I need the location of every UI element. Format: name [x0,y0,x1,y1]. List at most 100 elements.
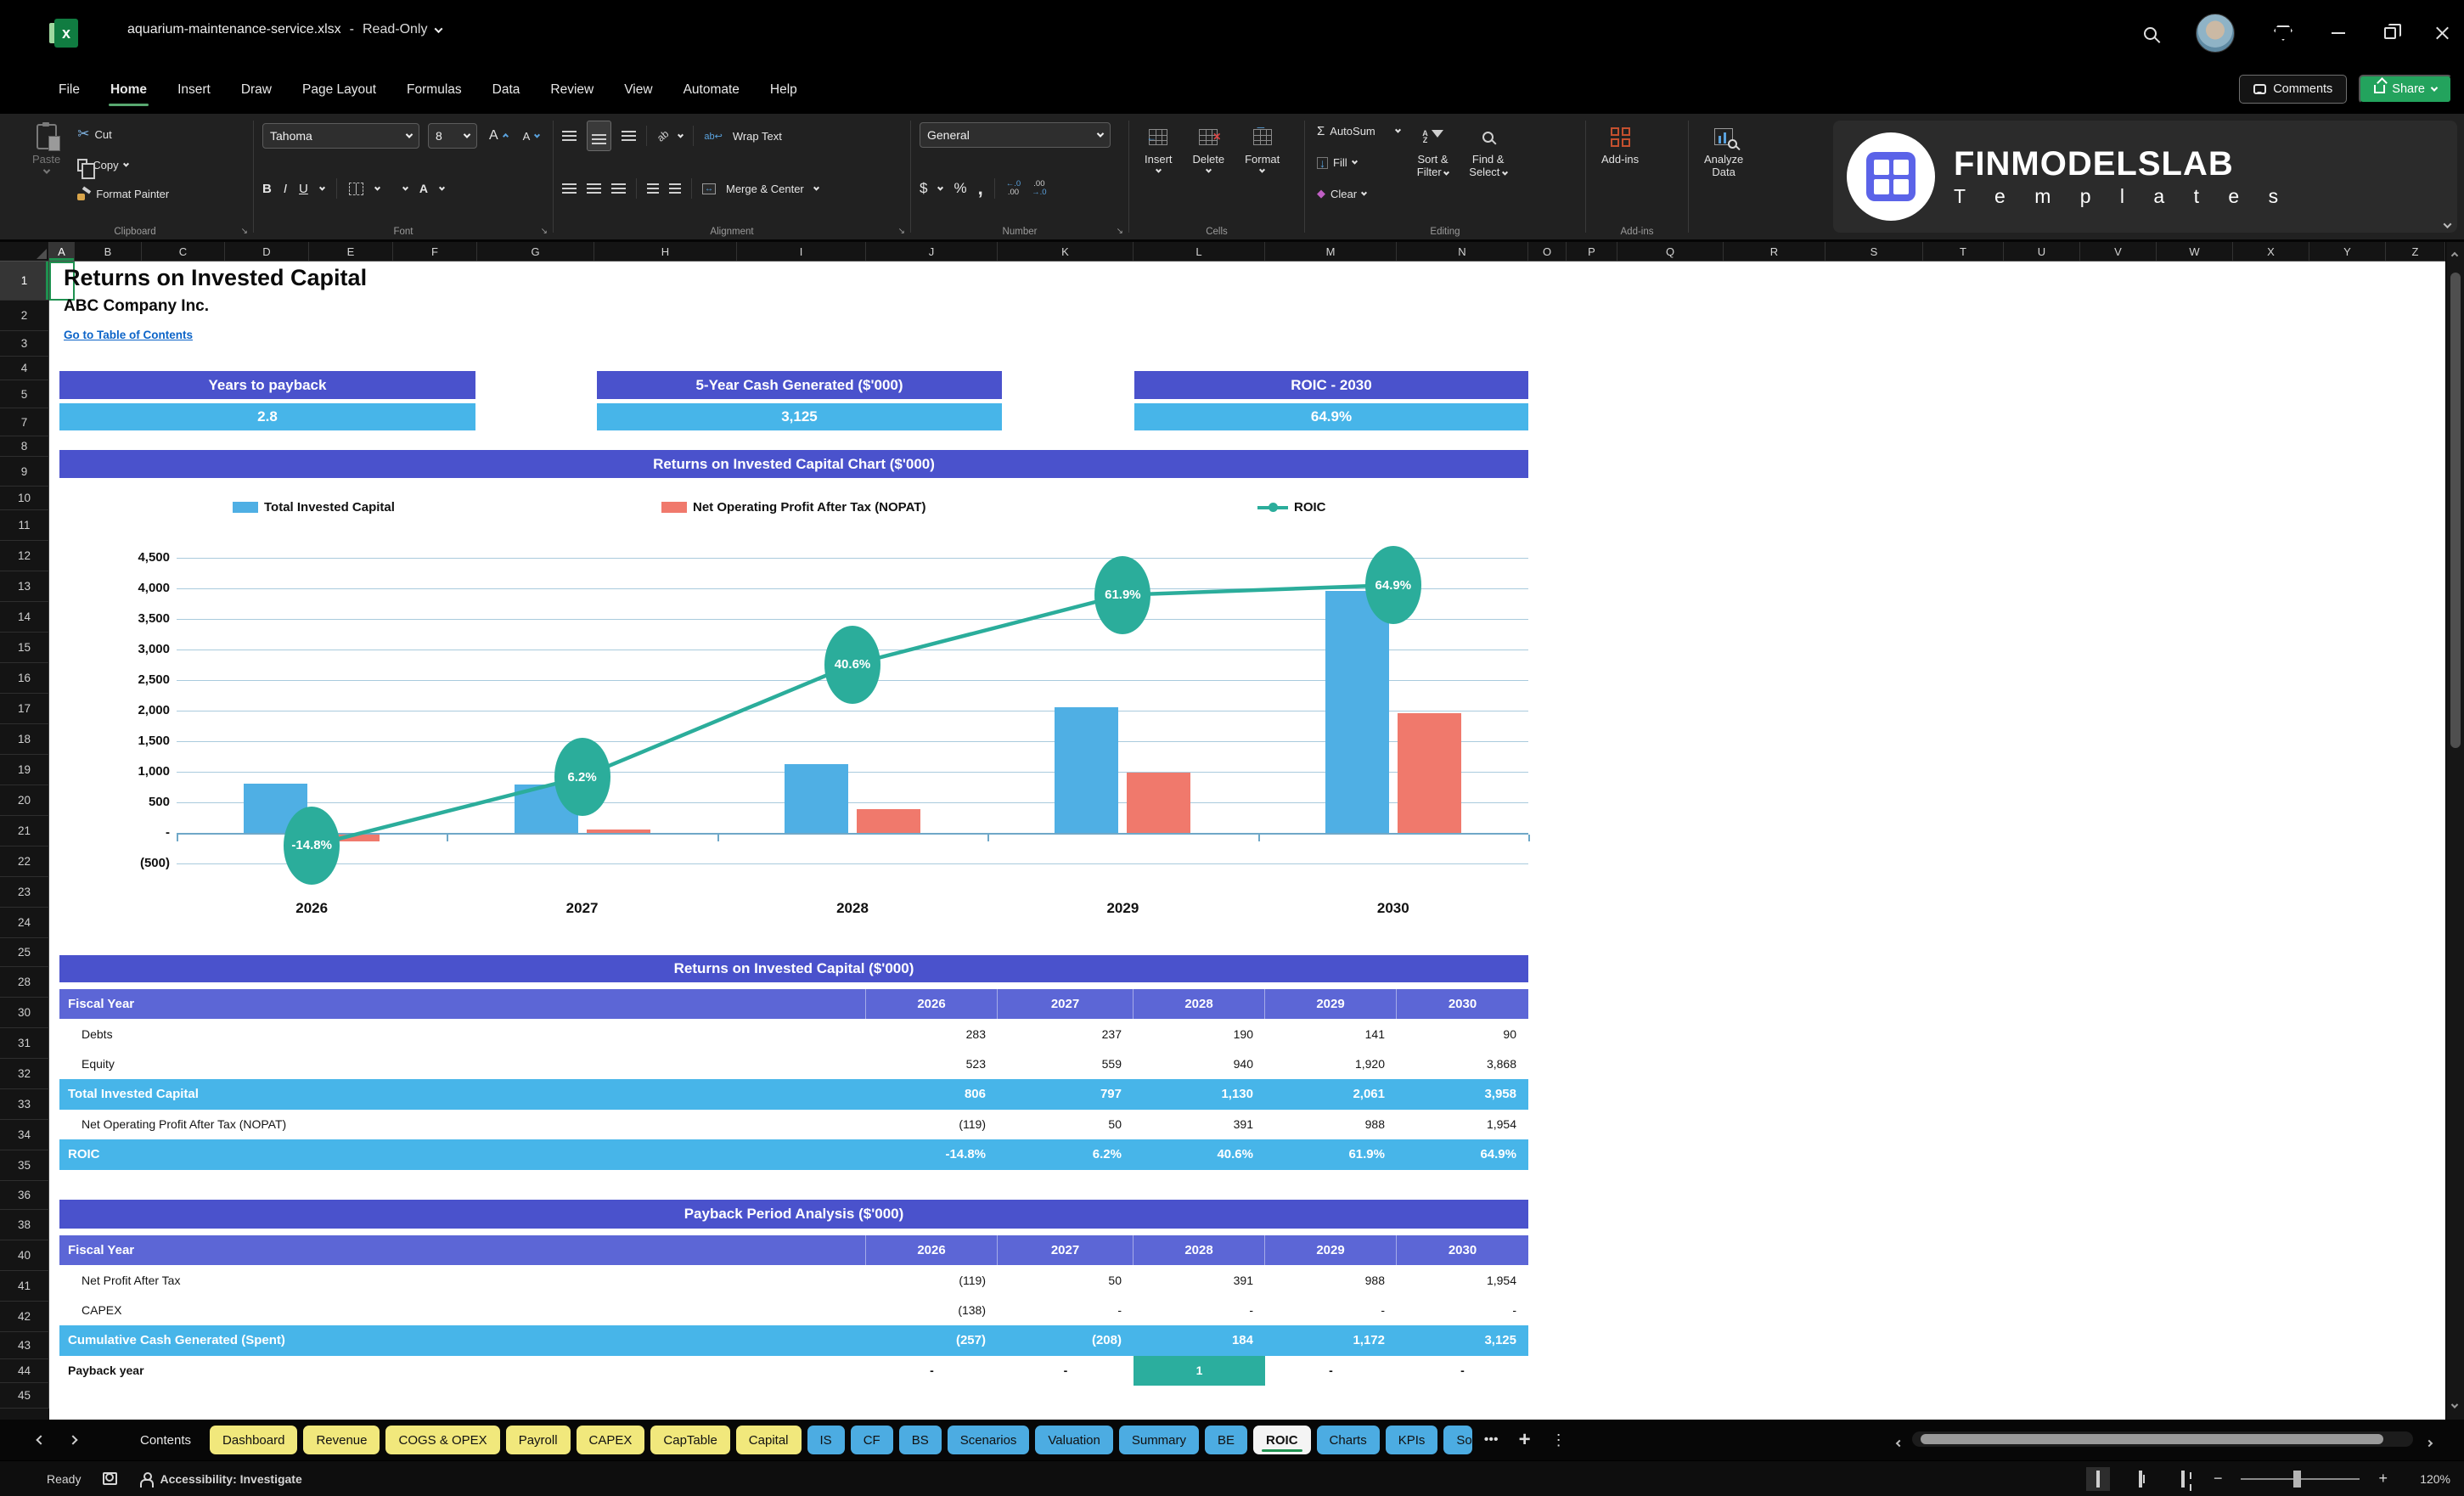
font-color-button[interactable]: A [419,183,428,194]
currency-dropdown-icon[interactable] [937,184,944,191]
sort-filter-button[interactable]: AZ Sort & Filter [1410,121,1456,182]
menu-tab-review[interactable]: Review [538,76,605,104]
payback-table-row-label-2[interactable]: Cumulative Cash Generated (Spent) [59,1325,866,1356]
zoom-in-button[interactable]: + [2378,1470,2388,1488]
roic-table-cell-3-4[interactable]: 1,954 [1397,1110,1528,1140]
zoom-slider[interactable] [2241,1470,2360,1488]
horizontal-scrollbar-thumb[interactable] [1921,1434,2383,1444]
payback-table-cell-0-2[interactable]: 391 [1134,1265,1265,1296]
font-name-select[interactable]: Tahoma [262,123,419,149]
menu-tab-page-layout[interactable]: Page Layout [290,76,388,104]
column-header-X[interactable]: X [2233,242,2309,261]
column-header-P[interactable]: P [1567,242,1617,261]
row-header-9[interactable]: 9 [0,457,49,486]
wrap-text-button[interactable]: Wrap Text [733,130,782,143]
menu-tab-help[interactable]: Help [758,76,809,104]
payback-table-row-label-0[interactable]: Net Profit After Tax [59,1265,866,1296]
row-header-30[interactable]: 30 [0,998,49,1028]
payback-table-header-label[interactable]: Fiscal Year [59,1235,866,1265]
column-header-S[interactable]: S [1825,242,1923,261]
roic-table-cell-1-1[interactable]: 559 [998,1049,1134,1080]
column-header-J[interactable]: J [866,242,998,261]
roic-table-cell-0-2[interactable]: 190 [1134,1019,1265,1049]
title-dropdown-icon[interactable] [435,24,443,33]
percent-button[interactable]: % [954,180,966,197]
row-header-42[interactable]: 42 [0,1302,49,1332]
row-header-33[interactable]: 33 [0,1089,49,1120]
row-header-14[interactable]: 14 [0,602,49,633]
paste-button[interactable]: Paste [25,121,67,177]
sheet-tab-scenarios[interactable]: Scenarios [947,1426,1030,1454]
menu-tab-file[interactable]: File [47,76,92,104]
font-dialog-launcher[interactable]: ↘ [541,227,548,236]
column-header-D[interactable]: D [225,242,309,261]
more-sheets-button[interactable]: ••• [1484,1432,1499,1448]
column-header-C[interactable]: C [142,242,225,261]
underline-button[interactable]: U [299,182,308,196]
column-header-W[interactable]: W [2157,242,2233,261]
menu-tab-data[interactable]: Data [481,76,532,104]
vertical-scrollbar-thumb[interactable] [2450,273,2461,748]
sheet-tab-captable[interactable]: CapTable [650,1426,730,1454]
zoom-out-button[interactable]: − [2214,1470,2223,1488]
merge-dropdown-icon[interactable] [813,184,819,191]
font-color-dropdown-icon[interactable] [438,184,446,191]
orientation-dropdown-icon[interactable] [678,132,684,138]
column-header-E[interactable]: E [309,242,393,261]
zoom-slider-thumb[interactable] [2293,1470,2302,1488]
row-header-18[interactable]: 18 [0,724,49,755]
sheet-options-button[interactable]: ⋮ [1551,1431,1567,1449]
column-header-V[interactable]: V [2080,242,2157,261]
row-header-7[interactable]: 7 [0,408,49,436]
menu-tab-automate[interactable]: Automate [672,76,751,104]
sheet-tab-is[interactable]: IS [807,1426,845,1454]
search-icon[interactable] [2144,26,2157,40]
payback-table-cell-2-3[interactable]: 1,172 [1265,1325,1397,1356]
roic-table-row-label-2[interactable]: Total Invested Capital [59,1079,866,1110]
borders-button[interactable] [348,182,363,195]
sheet-tab-payroll[interactable]: Payroll [505,1426,571,1454]
payback-table-row-label-3[interactable]: Payback year [59,1356,866,1386]
sheet-tab-capex[interactable]: CAPEX [576,1426,645,1454]
add-sheet-button[interactable]: + [1519,1428,1531,1452]
column-header-Z[interactable]: Z [2386,242,2445,261]
payback-table-cell-3-3[interactable]: - [1265,1356,1397,1386]
row-header-35[interactable]: 35 [0,1150,49,1181]
roic-table-cell-1-3[interactable]: 1,920 [1265,1049,1397,1080]
align-left-button[interactable] [562,183,577,185]
payback-table-cell-3-4[interactable]: - [1397,1356,1528,1386]
sheet-tab-bs[interactable]: BS [898,1426,942,1454]
decrease-indent-button[interactable] [647,183,659,185]
merge-center-button[interactable]: Merge & Center [726,183,804,195]
comma-style-button[interactable]: , [978,177,983,200]
column-header-Y[interactable]: Y [2309,242,2386,261]
row-header-44[interactable]: 44 [0,1359,49,1383]
row-header-8[interactable]: 8 [0,436,49,457]
payback-table-cell-1-3[interactable]: - [1265,1296,1397,1326]
row-header-15[interactable]: 15 [0,633,49,663]
roic-table-cell-3-1[interactable]: 50 [998,1110,1134,1140]
row-header-34[interactable]: 34 [0,1120,49,1150]
sheet-tab-dashboard[interactable]: Dashboard [210,1426,298,1454]
column-header-N[interactable]: N [1397,242,1528,261]
row-header-24[interactable]: 24 [0,908,49,938]
payback-table-header-year-2027[interactable]: 2027 [998,1235,1134,1265]
column-header-R[interactable]: R [1724,242,1825,261]
orientation-button[interactable]: ab [655,127,671,143]
vertical-scrollbar[interactable] [2445,242,2464,1420]
column-header-L[interactable]: L [1134,242,1265,261]
sheet-tab-contents[interactable]: Contents [127,1426,204,1454]
share-button[interactable]: Share [2359,75,2452,104]
row-header-13[interactable]: 13 [0,571,49,602]
roic-table-cell-1-2[interactable]: 940 [1134,1049,1265,1080]
column-header-T[interactable]: T [1923,242,2004,261]
roic-table-cell-3-0[interactable]: (119) [866,1110,998,1140]
roic-table-row-label-4[interactable]: ROIC [59,1139,866,1170]
increase-font-button[interactable]: A [486,127,511,145]
sheet-tab-cogs-opex[interactable]: COGS & OPEX [385,1426,500,1454]
align-middle-button[interactable] [587,121,611,151]
sheet-tab-charts[interactable]: Charts [1316,1426,1380,1454]
sheet-tab-valuation[interactable]: Valuation [1035,1426,1113,1454]
menu-tab-draw[interactable]: Draw [229,76,284,104]
accessibility-status[interactable]: Accessibility: Investigate [139,1471,302,1488]
